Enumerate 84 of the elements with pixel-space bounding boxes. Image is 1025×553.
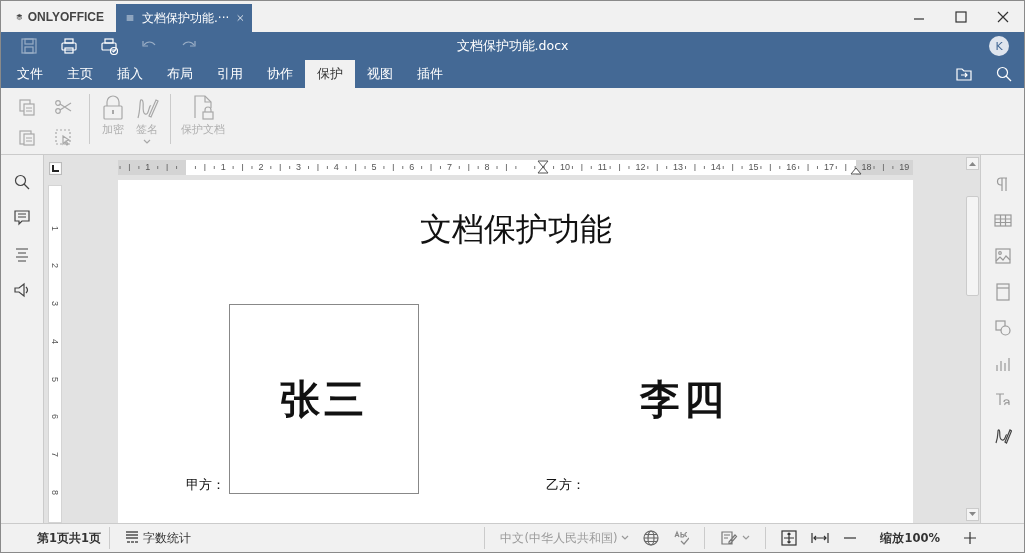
ruler-number: 6 (50, 414, 59, 420)
ruler-number: 13 (673, 163, 684, 172)
menu-tab[interactable]: 插件 (405, 60, 455, 88)
down-arrow-icon[interactable] (968, 512, 976, 517)
ruler-number: 1 (145, 163, 151, 172)
horizontal-ruler[interactable]: 1 1 2 3 4 5 6 7 8 10 11 12 13 14 15 16 17 18 19 (118, 160, 913, 175)
right-indent-marker[interactable] (850, 167, 862, 175)
ruler-number: 16 (786, 163, 797, 172)
party-label: 甲方： (186, 476, 226, 494)
edit-document-icon[interactable] (720, 530, 739, 546)
menu-tab[interactable]: 视图 (355, 60, 405, 88)
globe-icon[interactable] (643, 530, 660, 546)
table-icon[interactable] (993, 211, 1012, 229)
fit-page-icon[interactable] (781, 530, 798, 546)
scroll-down-button[interactable] (965, 508, 979, 521)
menu-tab[interactable]: 布局 (155, 60, 205, 88)
menu-tab[interactable]: 文件 (5, 60, 55, 88)
ruler-number: 15 (748, 163, 759, 172)
ruler-number: 14 (710, 163, 721, 172)
user-avatar[interactable]: K (989, 36, 1009, 56)
ruler-number: 6 (409, 163, 415, 172)
word-count-button[interactable]: 字数统计 (118, 530, 198, 546)
menu-icon[interactable] (126, 12, 135, 24)
word-count-icon[interactable] (125, 530, 139, 546)
scrollbar-thumb[interactable] (965, 196, 979, 296)
ruler-number: 5 (371, 163, 377, 172)
zoom-level: 缩放100% (880, 530, 940, 546)
ruler-number: 7 (50, 451, 59, 457)
ruler-number: 10 (560, 163, 570, 172)
folder-arrow-icon[interactable] (955, 65, 973, 83)
search-icon[interactable] (13, 173, 31, 191)
speaker-icon[interactable] (13, 281, 31, 299)
search-icon[interactable] (995, 65, 1013, 83)
quick-print-icon[interactable] (100, 37, 118, 55)
ruler-number: 12 (635, 163, 646, 172)
menu-tab[interactable]: 引用 (205, 60, 255, 88)
ruler-number: 2 (258, 163, 264, 172)
menu-tab[interactable]: 插入 (105, 60, 155, 88)
close-icon[interactable] (997, 10, 1009, 23)
chart-icon[interactable] (993, 355, 1012, 373)
scroll-up-button[interactable] (965, 157, 979, 170)
ruler-number: 4 (50, 338, 59, 344)
ruler-number: 1 (220, 163, 226, 172)
maximize-icon[interactable] (955, 10, 967, 23)
ruler-number: 8 (50, 489, 59, 495)
party-label: 乙方： (546, 476, 586, 494)
up-arrow-icon[interactable] (968, 161, 976, 166)
fit-width-icon[interactable] (811, 531, 830, 545)
menu-tab[interactable]: 主页 (55, 60, 105, 88)
signature-text: 李四 (640, 374, 728, 424)
header-footer-icon[interactable] (993, 283, 1012, 301)
ruler-number: 5 (50, 376, 59, 382)
ruler-number: 3 (296, 163, 302, 172)
brand-name: ONLYOFFICE (27, 9, 104, 24)
ruler-number: 1 (50, 225, 59, 231)
print-icon[interactable] (60, 37, 78, 55)
comment-icon[interactable] (13, 209, 31, 227)
menu-tab[interactable]: 协作 (255, 60, 305, 88)
ruler-number: 2 (50, 263, 59, 269)
ruler-number: 19 (899, 163, 910, 172)
ruler-number: 18 (861, 163, 872, 172)
caret-icon[interactable] (742, 535, 751, 541)
document-title: 文档保护功能.docx (456, 37, 569, 55)
ruler-number: 3 (50, 301, 59, 307)
indent-marker[interactable] (537, 160, 549, 174)
signature-text: 张三 (280, 374, 368, 424)
ruler-number: 17 (823, 163, 834, 172)
ruler-number: 8 (484, 163, 490, 172)
ruler-number: 7 (446, 163, 452, 172)
tab-stop-icon[interactable] (49, 162, 62, 175)
plus-icon[interactable] (963, 531, 977, 545)
ruler-number: 4 (333, 163, 339, 172)
document-tab[interactable]: 文档保护功能.··· (116, 4, 252, 32)
document-tab-title: 文档保护功能.··· (142, 9, 230, 27)
shape-icon[interactable] (993, 319, 1012, 337)
spellcheck-icon[interactable] (673, 530, 690, 546)
ruler-number: 11 (597, 163, 608, 172)
signature-icon[interactable] (993, 427, 1012, 445)
page-count[interactable]: 第1页共1页 (37, 530, 101, 546)
document-heading: 文档保护功能 (418, 209, 613, 250)
image-icon[interactable] (993, 247, 1012, 265)
outline-icon[interactable] (13, 245, 31, 263)
vertical-ruler[interactable]: 1 2 3 4 5 6 7 8 (48, 185, 62, 523)
menu-tab[interactable]: 保护 (305, 60, 355, 88)
